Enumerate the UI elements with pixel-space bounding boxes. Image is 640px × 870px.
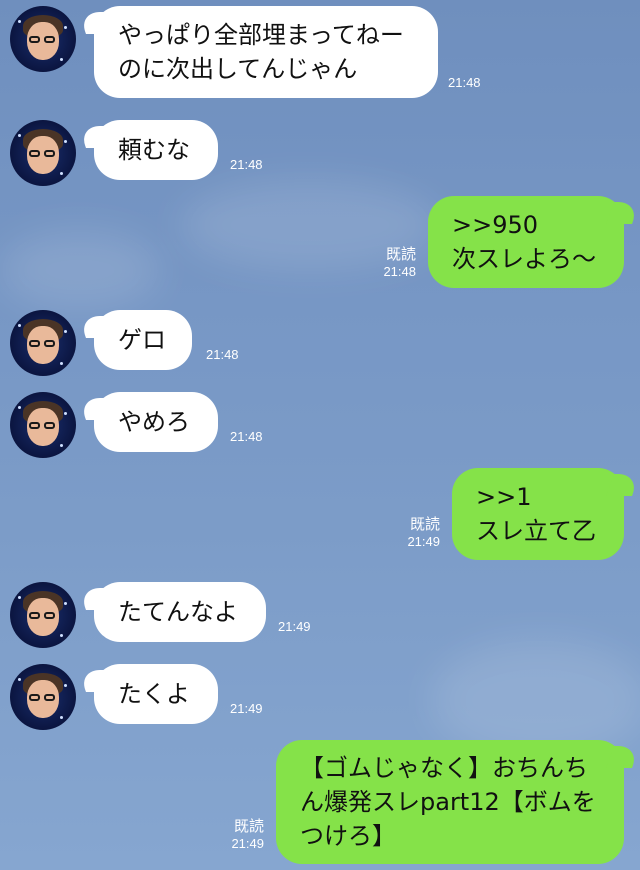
avatar[interactable] <box>10 664 76 730</box>
read-status: 既読 <box>385 246 416 263</box>
message-text: 【ゴムじゃなく】おちんち ん爆発スレpart12【ボムを つけろ】 <box>300 754 596 850</box>
message-time: 21:48 <box>230 429 263 444</box>
message-time: 21:49 <box>231 836 264 851</box>
message-text: やっぱり全部埋まってねー のに次出してんじゃん <box>118 21 404 83</box>
read-receipt: 既読 21:49 <box>208 818 264 852</box>
message-time: 21:48 <box>448 75 481 90</box>
read-status: 既読 <box>409 516 440 533</box>
avatar[interactable] <box>10 6 76 72</box>
avatar[interactable] <box>10 120 76 186</box>
message-bubble[interactable]: >>1 スレ立て乙 <box>452 468 624 560</box>
message-bubble[interactable]: 【ゴムじゃなく】おちんち ん爆発スレpart12【ボムを つけろ】 <box>276 740 624 864</box>
chat-screen: { "theme": {"incoming_bubble": "#ffffff"… <box>0 0 640 870</box>
message-bubble[interactable]: >>950 次スレよろ〜 <box>428 196 624 288</box>
message-text: 頼むな <box>118 136 190 164</box>
message-bubble[interactable]: ゲロ <box>94 310 192 370</box>
message-time: 21:49 <box>407 534 440 549</box>
message-bubble[interactable]: 頼むな <box>94 120 218 180</box>
message-bubble[interactable]: たてんなよ <box>94 582 266 642</box>
read-receipt: 既読 21:49 <box>384 516 440 550</box>
message-text: >>950 次スレよろ〜 <box>452 211 596 273</box>
message-time: 21:49 <box>278 619 311 634</box>
message-text: >>1 スレ立て乙 <box>476 483 596 545</box>
message-time: 21:49 <box>230 701 263 716</box>
message-time: 21:48 <box>206 347 239 362</box>
cloud-decoration <box>0 230 160 310</box>
avatar[interactable] <box>10 310 76 376</box>
message-bubble[interactable]: やめろ <box>94 392 218 452</box>
avatar[interactable] <box>10 392 76 458</box>
message-text: たくよ <box>118 680 190 708</box>
message-time: 21:48 <box>383 264 416 279</box>
message-text: やめろ <box>118 408 190 436</box>
message-bubble[interactable]: やっぱり全部埋まってねー のに次出してんじゃん <box>94 6 438 98</box>
read-receipt: 既読 21:48 <box>360 246 416 280</box>
message-text: たてんなよ <box>118 598 238 626</box>
avatar[interactable] <box>10 582 76 648</box>
message-time: 21:48 <box>230 157 263 172</box>
message-text: ゲロ <box>118 326 166 354</box>
read-status: 既読 <box>233 818 264 835</box>
message-bubble[interactable]: たくよ <box>94 664 218 724</box>
